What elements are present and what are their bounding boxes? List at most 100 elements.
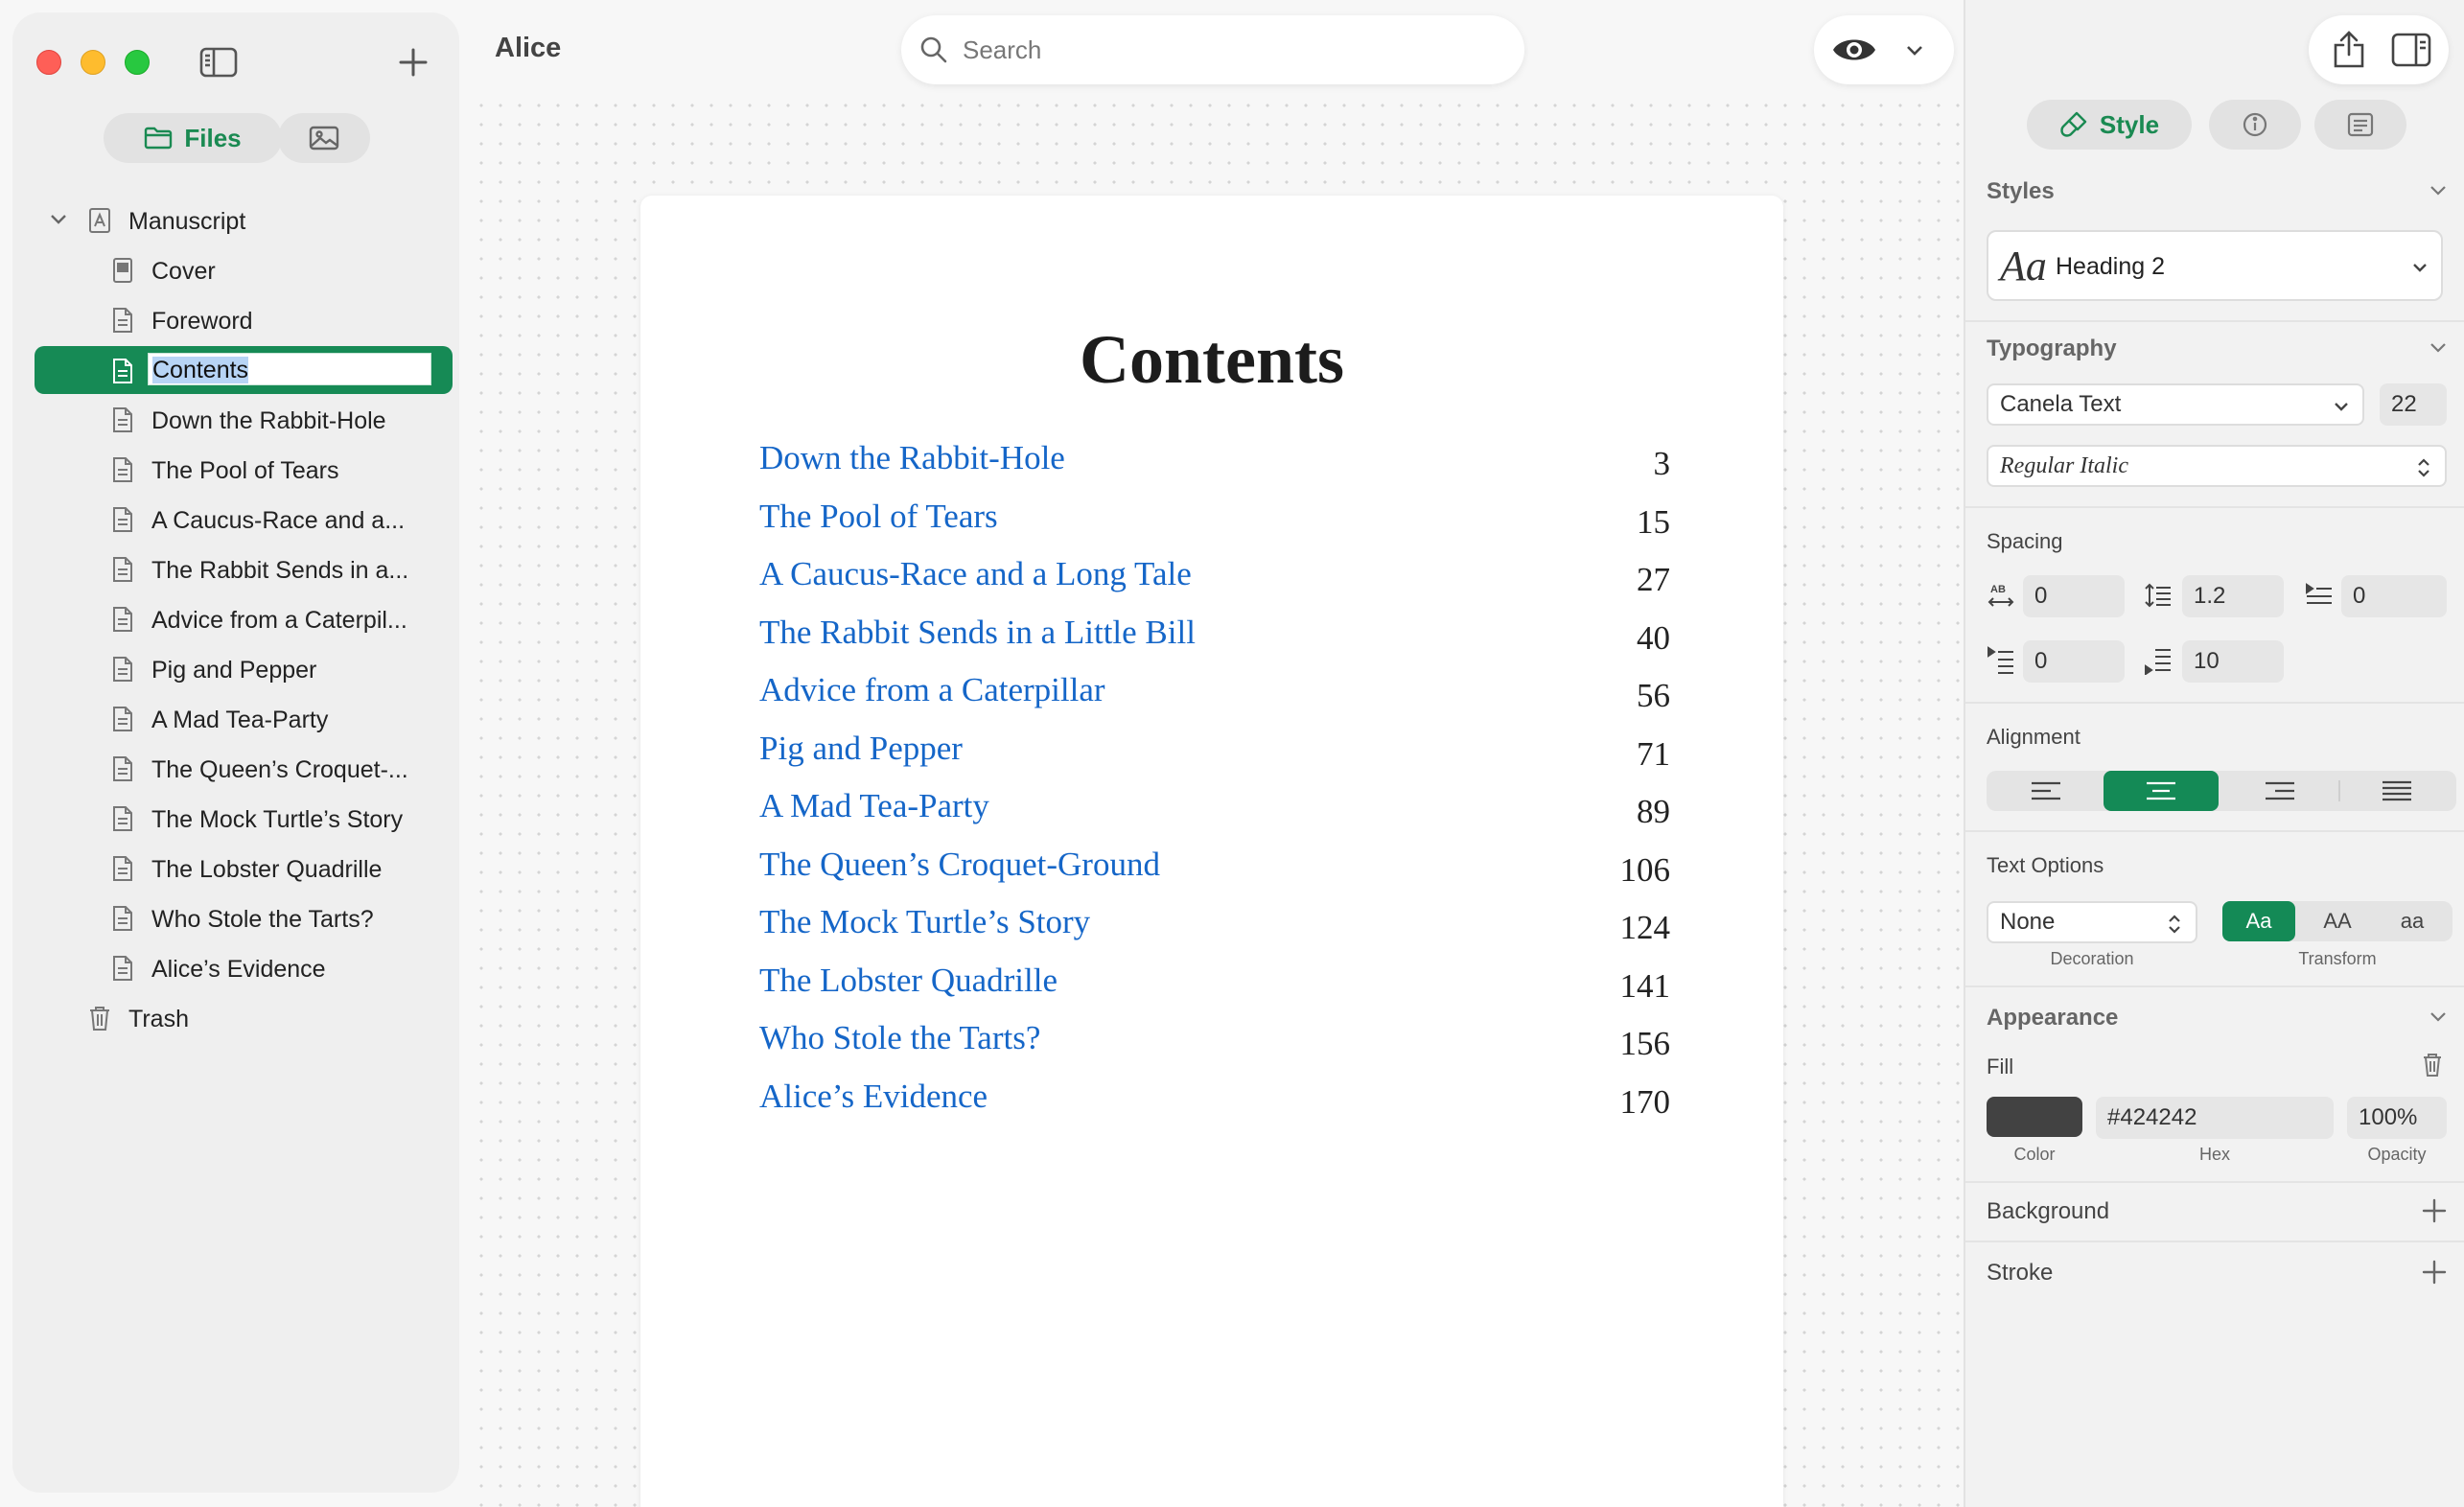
tree-item[interactable]: The Pool of Tears: [35, 445, 453, 495]
align-center-button[interactable]: [2104, 771, 2219, 811]
toc-entry[interactable]: The Rabbit Sends in a Little Bill 40: [759, 610, 1670, 668]
toc-entry[interactable]: Down the Rabbit-Hole 3: [759, 435, 1670, 494]
toc-entry-title[interactable]: The Lobster Quadrille: [759, 962, 1058, 1000]
tab-files[interactable]: Files: [104, 113, 282, 163]
toc-entry[interactable]: The Mock Turtle’s Story 124: [759, 899, 1670, 958]
toc-entry-title[interactable]: The Rabbit Sends in a Little Bill: [759, 614, 1196, 652]
chevron-down-icon[interactable]: [2428, 180, 2449, 201]
toc-entry[interactable]: Advice from a Caterpillar 56: [759, 667, 1670, 726]
tree-item[interactable]: Foreword: [35, 295, 453, 345]
page-heading[interactable]: Contents: [640, 320, 1783, 400]
tree-item[interactable]: The Mock Turtle’s Story: [35, 794, 453, 844]
toc-entry[interactable]: The Lobster Quadrille 141: [759, 958, 1670, 1016]
toc-entry-title[interactable]: A Caucus-Race and a Long Tale: [759, 555, 1192, 593]
tree-item[interactable]: Alice’s Evidence: [35, 943, 453, 993]
letter-spacing-field[interactable]: 0: [2023, 575, 2125, 617]
font-weight-select[interactable]: Regular Italic: [1987, 445, 2447, 487]
font-size-field[interactable]: 22: [2380, 383, 2447, 426]
tab-style[interactable]: Style: [2027, 100, 2192, 150]
tab-notes[interactable]: [2314, 100, 2406, 150]
zoom-window-button[interactable]: [125, 50, 150, 75]
align-justify-button[interactable]: [2339, 771, 2454, 811]
toc-entry[interactable]: A Caucus-Race and a Long Tale 27: [759, 551, 1670, 610]
toc-entry-page: 15: [1637, 502, 1670, 541]
close-window-button[interactable]: [36, 50, 61, 75]
transform-uppercase-button[interactable]: AA: [2301, 901, 2374, 941]
share-icon[interactable]: [2332, 31, 2366, 69]
eye-icon[interactable]: [1831, 33, 1877, 67]
toc-entry-page: 27: [1637, 561, 1670, 598]
toc-entry-title[interactable]: A Mad Tea-Party: [759, 787, 989, 825]
preview-control[interactable]: [1814, 15, 1954, 84]
line-height-field[interactable]: 1.2: [2182, 575, 2284, 617]
tree-item-label: The Queen’s Croquet-...: [151, 756, 408, 783]
toc-entry-title[interactable]: The Queen’s Croquet-Ground: [759, 846, 1160, 884]
font-family-select[interactable]: Canela Text: [1987, 383, 2364, 426]
chevron-down-icon[interactable]: [2428, 1007, 2449, 1028]
toc-entry-page: 156: [1619, 1025, 1671, 1062]
sidebar-toggle-icon[interactable]: [198, 44, 240, 81]
tree-item[interactable]: The Lobster Quadrille: [35, 844, 453, 893]
chevron-down-icon[interactable]: [2428, 337, 2449, 359]
paragraph-style-select[interactable]: Aa Heading 2: [1987, 230, 2443, 301]
align-right-button[interactable]: [2222, 771, 2337, 811]
tree-item[interactable]: Advice from a Caterpil...: [35, 594, 453, 644]
toc-entry[interactable]: The Queen’s Croquet-Ground 106: [759, 842, 1670, 900]
document-page[interactable]: Contents Down the Rabbit-Hole 3 The Pool o…: [640, 196, 1783, 1507]
tree-item[interactable]: A Mad Tea-Party: [35, 694, 453, 744]
decoration-select[interactable]: None: [1987, 901, 2197, 943]
tree-item[interactable]: Pig and Pepper: [35, 644, 453, 694]
toc-entry[interactable]: The Pool of Tears 15: [759, 494, 1670, 552]
add-stroke-icon[interactable]: [2420, 1258, 2449, 1287]
toc-entry-title[interactable]: Pig and Pepper: [759, 730, 963, 768]
transform-capitalize-button[interactable]: Aa: [2222, 901, 2295, 941]
tree-item-label: Trash: [128, 1006, 189, 1032]
table-of-contents: Down the Rabbit-Hole 3 The Pool of Tears 15…: [759, 435, 1670, 1131]
tree-item-trash[interactable]: Trash: [35, 993, 453, 1043]
toc-entry[interactable]: Pig and Pepper 71: [759, 726, 1670, 784]
tree-item[interactable]: The Rabbit Sends in a...: [35, 545, 453, 594]
opacity-field[interactable]: 100%: [2347, 1097, 2447, 1139]
tree-item-manuscript[interactable]: Manuscript: [35, 196, 453, 245]
space-before-field[interactable]: 0: [2023, 640, 2125, 683]
tree-item-label: Alice’s Evidence: [151, 956, 326, 983]
chevron-down-icon[interactable]: [1900, 36, 1929, 65]
tree-item[interactable]: Contents: [35, 346, 453, 394]
add-background-icon[interactable]: [2420, 1196, 2449, 1225]
indent-field[interactable]: 0: [2341, 575, 2447, 617]
hex-field[interactable]: #424242: [2096, 1097, 2334, 1139]
tree-item-label[interactable]: Contents: [148, 353, 431, 385]
tree-item[interactable]: Down the Rabbit-Hole: [35, 395, 453, 445]
divider: [1965, 1240, 2464, 1242]
add-document-button[interactable]: [393, 42, 433, 82]
trash-icon[interactable]: [2422, 1053, 2443, 1078]
tab-media[interactable]: [278, 113, 370, 163]
toc-entry-title[interactable]: Alice’s Evidence: [759, 1078, 988, 1116]
inspector-toggle-icon[interactable]: [2391, 33, 2431, 67]
document-icon: [113, 906, 132, 931]
toc-entry[interactable]: A Mad Tea-Party 89: [759, 783, 1670, 842]
chevron-down-icon[interactable]: [48, 209, 69, 230]
divider: [1965, 830, 2464, 832]
align-left-button[interactable]: [1988, 771, 2104, 811]
fill-color-swatch[interactable]: [1987, 1097, 2082, 1137]
toc-entry-title[interactable]: Who Stole the Tarts?: [759, 1019, 1040, 1057]
minimize-window-button[interactable]: [81, 50, 105, 75]
search-box[interactable]: [901, 15, 1524, 84]
tree-item-label: The Lobster Quadrille: [151, 856, 383, 883]
toc-entry[interactable]: Who Stole the Tarts? 156: [759, 1015, 1670, 1074]
tree-item[interactable]: Who Stole the Tarts?: [35, 893, 453, 943]
document-icon: [113, 359, 132, 383]
tree-item[interactable]: A Caucus-Race and a...: [35, 495, 453, 545]
toc-entry[interactable]: Alice’s Evidence 170: [759, 1074, 1670, 1132]
tree-item[interactable]: The Queen’s Croquet-...: [35, 744, 453, 794]
tree-item[interactable]: Cover: [35, 245, 453, 295]
toc-entry-title[interactable]: The Pool of Tears: [759, 498, 998, 536]
toc-entry-title[interactable]: Down the Rabbit-Hole: [759, 439, 1065, 477]
search-input[interactable]: [963, 29, 1499, 71]
toc-entry-title[interactable]: The Mock Turtle’s Story: [759, 903, 1090, 941]
toc-entry-title[interactable]: Advice from a Caterpillar: [759, 671, 1105, 709]
transform-lowercase-button[interactable]: aa: [2376, 901, 2449, 941]
tab-info[interactable]: [2209, 100, 2301, 150]
space-after-field[interactable]: 10: [2182, 640, 2284, 683]
